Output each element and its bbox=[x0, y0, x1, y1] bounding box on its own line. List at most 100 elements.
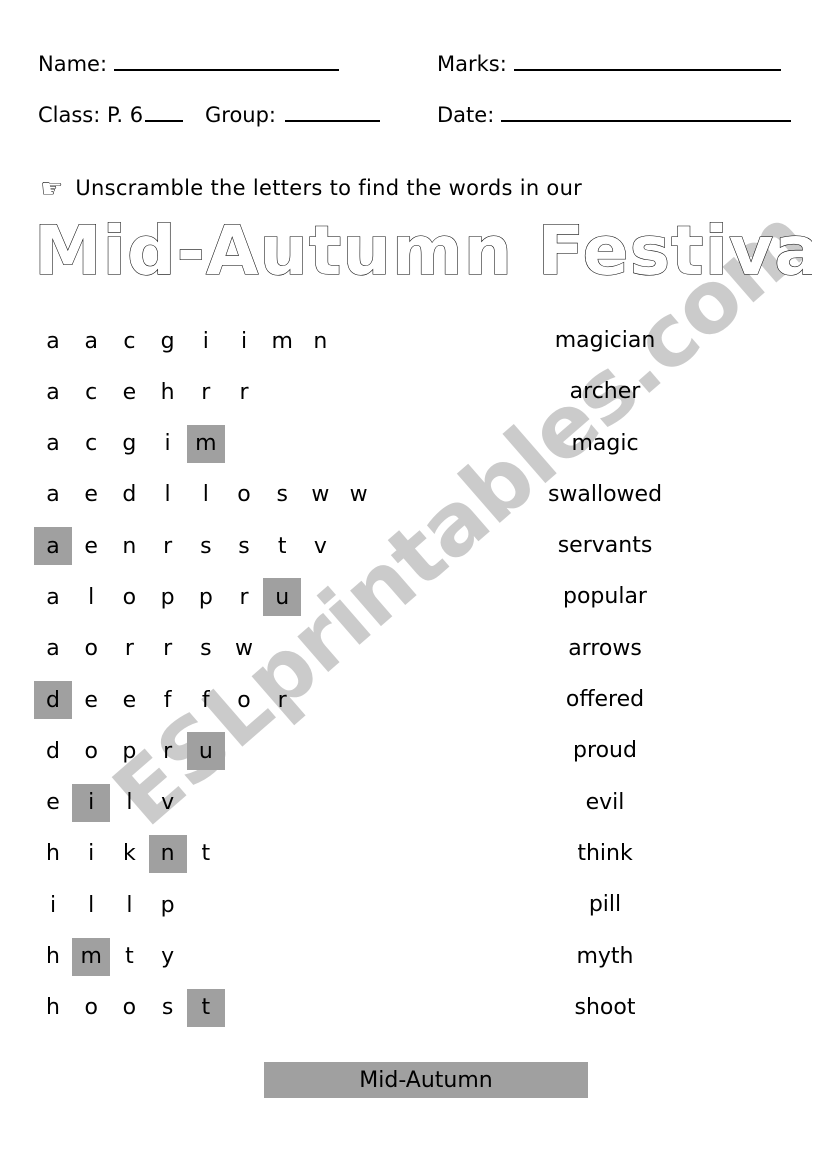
letter-cell: p bbox=[160, 892, 175, 918]
letter-cell: f bbox=[163, 687, 172, 713]
answer-word: evil bbox=[585, 789, 625, 815]
letter-cell: v bbox=[313, 533, 327, 559]
puzzle-row: a a c g i i m n magician bbox=[0, 318, 821, 369]
answer-word: magician bbox=[554, 328, 656, 353]
name-input-blank[interactable] bbox=[114, 52, 340, 71]
letter-cell: o bbox=[237, 687, 251, 713]
letter-cell: w bbox=[311, 482, 330, 508]
letter-cell: l bbox=[88, 892, 95, 918]
puzzle-row: d o p r u proud bbox=[0, 728, 821, 779]
title-outline-svg: Mid-Autumn Festival bbox=[33, 216, 812, 292]
letter-cell: s bbox=[161, 995, 174, 1021]
title-text: Mid-Autumn Festival bbox=[34, 216, 812, 291]
answer-word: pill bbox=[588, 892, 622, 918]
group-field-row: Group: bbox=[205, 103, 381, 127]
letter-cell: s bbox=[276, 482, 288, 508]
class-label: Class: P. 6 bbox=[38, 103, 144, 127]
letter-cell-highlighted: n bbox=[148, 834, 187, 873]
page-title: Mid-Autumn Festival bbox=[32, 216, 812, 296]
letter-cell: s bbox=[238, 533, 250, 559]
puzzle-row: e i l v evil bbox=[0, 780, 821, 831]
letter-cell: l bbox=[88, 584, 95, 610]
date-label: Date: bbox=[437, 103, 495, 127]
letter-cell: a bbox=[46, 431, 60, 457]
letter-cell: i bbox=[164, 431, 171, 457]
letter-cell: d bbox=[46, 738, 60, 764]
letter-cell: a bbox=[46, 636, 60, 662]
letter-cell: p bbox=[198, 584, 213, 610]
letter-cell: y bbox=[161, 944, 175, 970]
date-field-row: Date: bbox=[437, 103, 792, 127]
letter-cell: v bbox=[161, 790, 175, 816]
group-input-blank[interactable] bbox=[285, 103, 381, 122]
letter-cell: r bbox=[239, 584, 249, 610]
class-input-blank[interactable] bbox=[145, 103, 184, 122]
marks-field-row: Marks: bbox=[437, 52, 781, 76]
answer-word: arrows bbox=[568, 635, 642, 661]
letter-cell: d bbox=[122, 482, 137, 508]
letter-cell-highlighted: t bbox=[186, 988, 225, 1027]
letter-cell: w bbox=[235, 636, 253, 662]
letter-cell: o bbox=[237, 482, 251, 508]
name-field-row: Name: bbox=[38, 52, 340, 76]
letter-cell: c bbox=[85, 379, 98, 405]
letter-cell: o bbox=[84, 738, 98, 764]
letter-cell: h bbox=[46, 995, 60, 1021]
letter-cell: t bbox=[201, 841, 211, 867]
letter-cell: r bbox=[163, 533, 173, 559]
class-field-row: Class: P. 6 bbox=[38, 103, 184, 127]
letter-cell: i bbox=[202, 328, 209, 354]
letter-cell: r bbox=[163, 636, 173, 662]
name-label: Name: bbox=[38, 52, 108, 76]
letter-cell-highlighted: i bbox=[72, 783, 111, 822]
letter-cell: c bbox=[85, 431, 98, 457]
letter-cell: m bbox=[271, 328, 293, 354]
answer-word: servants bbox=[557, 533, 653, 559]
answer-bar[interactable]: Mid-Autumn bbox=[264, 1062, 588, 1098]
letter-cell: h bbox=[46, 944, 60, 970]
date-input-blank[interactable] bbox=[501, 103, 792, 122]
letter-cell: c bbox=[123, 328, 136, 354]
puzzle-row: a c e h r r archer bbox=[0, 369, 821, 420]
letter-cell: o bbox=[84, 636, 98, 662]
answer-word: shoot bbox=[574, 994, 636, 1020]
marks-input-blank[interactable] bbox=[513, 52, 781, 71]
letter-cell: e bbox=[122, 687, 137, 713]
letter-cell: g bbox=[160, 328, 175, 354]
letter-cell-highlighted: u bbox=[186, 732, 225, 771]
letter-cell: e bbox=[84, 533, 98, 559]
puzzle-row: d e e f f o r offered bbox=[0, 677, 821, 728]
letter-cell: g bbox=[122, 431, 137, 457]
marks-label: Marks: bbox=[437, 52, 507, 76]
letter-cell: h bbox=[46, 841, 60, 867]
letter-cell: r bbox=[163, 738, 173, 764]
puzzle-row: a c g i m magic bbox=[0, 421, 821, 472]
answer-word: myth bbox=[576, 943, 634, 969]
letter-cell: s bbox=[200, 636, 212, 662]
letter-cell-highlighted: m bbox=[186, 424, 225, 463]
letter-cell-highlighted: a bbox=[34, 527, 72, 566]
letter-cell: a bbox=[46, 482, 60, 508]
letter-cell: r bbox=[201, 379, 211, 405]
letter-cell: k bbox=[123, 841, 136, 867]
letter-cell: a bbox=[46, 379, 60, 405]
letter-cell: o bbox=[84, 995, 98, 1021]
puzzle-row: a l o p p r u popular bbox=[0, 574, 821, 625]
pointing-hand-icon: ☞ bbox=[40, 174, 64, 204]
answer-word: swallowed bbox=[547, 481, 663, 507]
puzzle-row: a e d l l o s w w swallowed bbox=[0, 472, 821, 523]
answer-word: magic bbox=[571, 430, 639, 456]
letter-cell-highlighted: d bbox=[34, 681, 72, 720]
letter-cell: e bbox=[84, 482, 98, 508]
answer-word: think bbox=[577, 840, 633, 866]
letter-cell: i bbox=[240, 328, 248, 354]
puzzle-body: a a c g i i m n magician a c e h r r archer a c g i m magic a e… bbox=[0, 318, 821, 1036]
letter-cell: t bbox=[125, 944, 134, 970]
answer-word: popular bbox=[563, 584, 647, 610]
puzzle-row: a e n r s s t v servants bbox=[0, 523, 821, 574]
letter-cell: i bbox=[49, 892, 57, 918]
letter-cell: a bbox=[46, 584, 60, 610]
letter-cell: l bbox=[202, 482, 209, 508]
puzzle-row: i l l p pill bbox=[0, 882, 821, 933]
letter-cell: f bbox=[201, 687, 210, 713]
